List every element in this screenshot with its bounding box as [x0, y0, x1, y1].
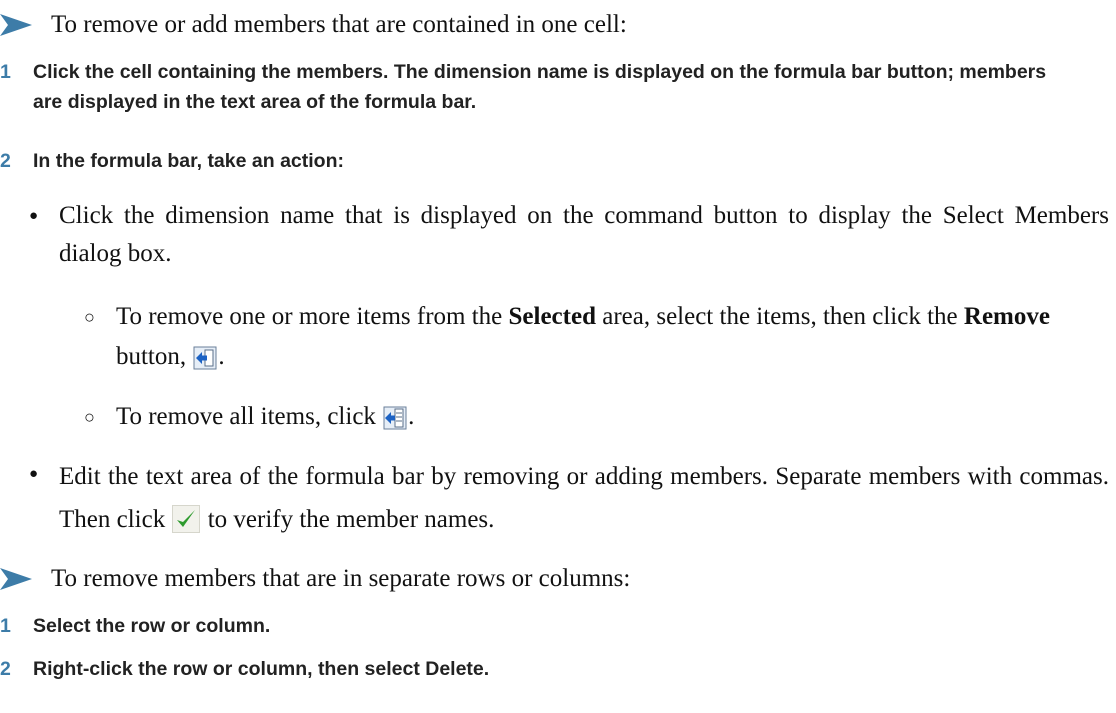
bullet-item: ● Click the dimension name that is displ… [29, 197, 1109, 273]
heading-text: To remove members that are in separate r… [51, 565, 631, 592]
step-text: Click the cell containing the members. T… [33, 61, 1047, 113]
bullet-text: Edit the text area of the formula bar by… [59, 463, 1109, 533]
bullet-dot: ● [29, 208, 39, 224]
step-number: 1 [0, 615, 11, 637]
step-2: 2 Right-click the row or column, then se… [0, 654, 1073, 684]
sub-bullet-text: To remove one or more items from the Sel… [115, 303, 1050, 370]
sub-bullet-item: ○ To remove all items, click . [84, 397, 1114, 437]
procedure-arrow-icon [0, 568, 32, 590]
sub-bullet-circle: ○ [84, 407, 95, 427]
procedure-heading: To remove members that are in separate r… [0, 563, 630, 595]
step-number: 2 [0, 658, 11, 680]
step-text: Select the row or column. [33, 615, 271, 637]
bullet-item: ● Edit the text area of the formula bar … [29, 455, 1109, 541]
step-1: 1 Select the row or column. [0, 611, 1073, 641]
step-number: 1 [0, 61, 11, 83]
remove-arrow-icon[interactable] [193, 346, 217, 370]
procedure-arrow-icon [0, 14, 32, 36]
step-text: In the formula bar, take an action: [33, 150, 344, 172]
step-2: 2 In the formula bar, take an action: [0, 146, 1073, 176]
remove-all-icon[interactable] [383, 406, 407, 430]
sub-bullet-text: To remove all items, click . [115, 403, 415, 430]
step-number: 2 [0, 150, 11, 172]
delete-command: Delete [425, 658, 484, 680]
procedure-heading: To remove or add members that are contai… [0, 9, 627, 41]
step-1: 1 Click the cell containing the members.… [0, 57, 1073, 117]
sub-bullet-circle: ○ [84, 307, 95, 327]
bullet-text: Click the dimension name that is display… [59, 202, 1109, 267]
green-checkmark-icon[interactable] [172, 505, 201, 533]
bullet-dot: ● [29, 466, 39, 482]
sub-bullet-item: ○ To remove one or more items from the S… [84, 297, 1114, 377]
heading-text: To remove or add members that are contai… [51, 11, 627, 38]
step-text: Right-click the row or column, then sele… [33, 658, 490, 680]
